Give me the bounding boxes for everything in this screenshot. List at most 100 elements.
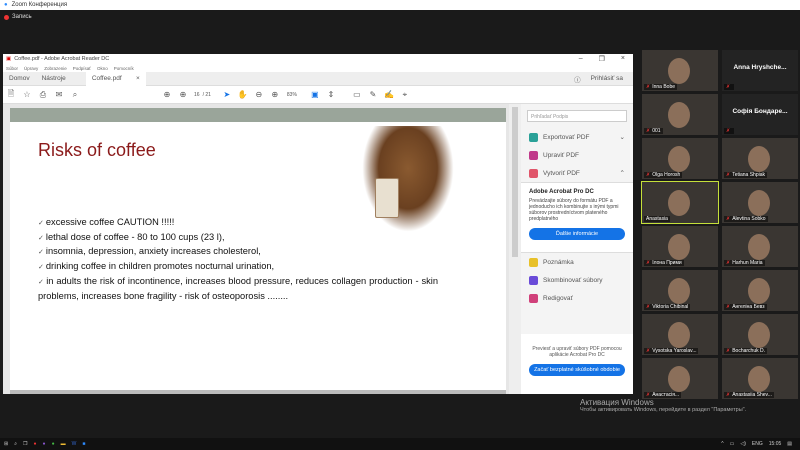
email-icon[interactable]: ✉ — [51, 90, 67, 99]
more-info-button[interactable]: Ďalšie informácie — [529, 228, 625, 240]
sign-search-input[interactable]: Prihľadať Podpis — [527, 110, 627, 122]
participant-tile[interactable]: ✗ Ілона Прими — [642, 226, 718, 267]
participant-name: ✗ Ангеліна Бевз — [724, 304, 767, 310]
minimize-button[interactable]: – — [579, 55, 583, 63]
fill-sign-icon[interactable]: ⌖ — [397, 90, 413, 100]
help-icon[interactable]: ⓘ — [574, 74, 581, 84]
search-icon[interactable]: ⌕ — [14, 441, 17, 447]
tab-home[interactable]: Domov — [3, 75, 36, 82]
participant-name: Anna Hryshche... — [733, 64, 787, 71]
close-tab-icon[interactable]: × — [136, 75, 140, 82]
next-page-icon[interactable]: ⊕ — [175, 90, 191, 99]
participant-tile[interactable]: ✗ Bocharchuk D. — [722, 314, 798, 355]
participant-tile[interactable]: ✗ Vysotska Yaroslav... — [642, 314, 718, 355]
participant-tile[interactable]: ✗ Anastasiia Shev... — [722, 358, 798, 399]
menu-sign[interactable]: Podpísať — [73, 66, 91, 71]
muted-mic-icon: ✗ — [726, 128, 731, 134]
clock[interactable]: 15:05 — [769, 441, 782, 447]
participant-name-label: Viktoria Chibinal — [652, 304, 689, 310]
highlight-pen-icon[interactable]: ✎ — [365, 90, 381, 99]
signin-button[interactable]: Prihlásiť sa — [591, 75, 623, 82]
participant-tile[interactable]: Софія Бондаре... ✗ — [722, 94, 798, 135]
free-trial-button[interactable]: Začať bezplatné skúšobné obdobie — [529, 364, 625, 376]
participant-tile[interactable]: ✗ Alevtina Sobko — [722, 182, 798, 223]
mute-status: ✗ — [724, 84, 735, 90]
zoom-icon: ● — [4, 2, 8, 8]
tray-chevron-icon[interactable]: ^ — [721, 441, 723, 447]
participant-tile[interactable]: ✗ Tetiana Shpiak — [722, 138, 798, 179]
participant-tile[interactable]: ✗ 001 — [642, 94, 718, 135]
participant-name-label: Alevtina Sobko — [732, 216, 766, 222]
zoom-taskbar-icon[interactable]: ■ — [82, 441, 85, 447]
edit-pdf-icon — [529, 150, 538, 160]
chevron-up-icon[interactable]: ⌃ — [620, 169, 625, 177]
participant-name: Софія Бондаре... — [732, 108, 788, 115]
print-icon[interactable]: ⎙ — [35, 90, 51, 100]
tool-comment[interactable]: Poznámka — [521, 253, 633, 271]
zoom-in-icon[interactable]: ⊕ — [267, 90, 283, 99]
volume-icon[interactable]: ◁) — [740, 441, 746, 447]
participant-video — [748, 278, 770, 304]
select-cursor-icon[interactable]: ➤ — [219, 90, 235, 99]
draw-icon[interactable]: ✍ — [381, 90, 397, 99]
windows-activation-watermark: Активация Windows Чтобы активировать Wind… — [580, 398, 746, 413]
tool-combine-files[interactable]: Skombinovať súbory — [521, 271, 633, 289]
zoom-level-select[interactable]: 83% — [287, 92, 297, 98]
participant-tile[interactable]: ✗ Inna Bobe — [642, 50, 718, 91]
vertical-scrollbar[interactable] — [509, 104, 521, 394]
participant-video — [668, 102, 690, 128]
promo-box: Adobe Acrobat Pro DC Prevádzajte súbory … — [521, 182, 633, 253]
bullet-item: drinking coffee in children promotes noc… — [38, 260, 438, 275]
page-fit-icon[interactable]: ▣ — [307, 90, 323, 99]
hand-tool-icon[interactable]: ✋ — [235, 90, 251, 99]
notifications-icon[interactable]: ▤ — [787, 441, 792, 447]
tools-pane: Prihľadať Podpis Exportovať PDF ⌄ Upraviť… — [521, 104, 633, 394]
page-number-input[interactable]: 16 — [194, 92, 200, 98]
menu-view[interactable]: Zobrazenie — [44, 66, 67, 71]
network-icon[interactable]: ▭ — [730, 441, 735, 447]
tool-create-pdf[interactable]: Vytvoriť PDF ⌃ — [521, 164, 633, 182]
combine-files-icon — [529, 275, 538, 285]
prev-page-icon[interactable]: ⊕ — [159, 90, 175, 99]
participant-name: ✗ Tetiana Shpiak — [724, 172, 768, 178]
opera-icon[interactable]: ● — [34, 441, 37, 447]
participant-tile[interactable]: Anastasia — [641, 181, 719, 224]
maximize-button[interactable]: ❐ — [599, 55, 605, 63]
zoom-out-icon[interactable]: ⊖ — [251, 90, 267, 99]
scroll-mode-icon[interactable]: ⇕ — [323, 90, 339, 99]
tool-export-pdf[interactable]: Exportovať PDF ⌄ — [521, 128, 633, 146]
bookmark-star-icon[interactable]: ☆ — [19, 90, 35, 99]
horizontal-scrollbar[interactable] — [10, 390, 506, 394]
participant-video — [748, 366, 770, 392]
tab-tools[interactable]: Nástroje — [36, 75, 72, 82]
chevron-down-icon[interactable]: ⌄ — [620, 133, 625, 141]
search-icon[interactable]: ⌕ — [67, 90, 83, 100]
chrome-icon[interactable]: ● — [52, 441, 55, 447]
taskview-icon[interactable]: ❐ — [23, 441, 27, 447]
viber-icon[interactable]: ● — [43, 441, 46, 447]
participant-tile[interactable]: ✗ Harhun Maria — [722, 226, 798, 267]
close-button[interactable]: × — [621, 55, 625, 63]
pdf-page: Risks of coffee excessive coffee CAUTION… — [10, 108, 506, 390]
menu-edit[interactable]: Úpravy — [24, 66, 38, 71]
participant-tile[interactable]: ✗ Анастасія... — [642, 358, 718, 399]
participant-tile[interactable]: ✗ Viktoria Chibinal — [642, 270, 718, 311]
participant-tile[interactable]: Anna Hryshche... ✗ — [722, 50, 798, 91]
start-icon[interactable]: ⊞ — [4, 441, 8, 447]
tool-edit-pdf[interactable]: Upraviť PDF — [521, 146, 633, 164]
comment-icon[interactable]: ▭ — [349, 90, 365, 99]
save-icon[interactable]: 🗎 — [3, 88, 19, 102]
acrobat-window: ▣ Coffee.pdf - Adobe Acrobat Reader DC – ❐… — [3, 54, 633, 394]
menu-help[interactable]: Pomocník — [114, 66, 134, 71]
language-indicator[interactable]: ENG — [752, 441, 763, 447]
menu-window[interactable]: Okno — [97, 66, 108, 71]
recording-indicator[interactable]: Запись — [4, 14, 32, 20]
tool-redact[interactable]: Redigovať — [521, 289, 633, 307]
participant-tile[interactable]: ✗ Olga Horosh — [642, 138, 718, 179]
tab-bar: Domov Nástroje Coffee.pdf × ⓘ Prihlásiť sa — [3, 71, 633, 86]
tab-document[interactable]: Coffee.pdf × — [85, 71, 146, 86]
menu-file[interactable]: Súbor — [6, 66, 18, 71]
explorer-icon[interactable]: ▬ — [61, 441, 66, 447]
word-icon[interactable]: W — [72, 441, 77, 447]
participant-tile[interactable]: ✗ Ангеліна Бевз — [722, 270, 798, 311]
